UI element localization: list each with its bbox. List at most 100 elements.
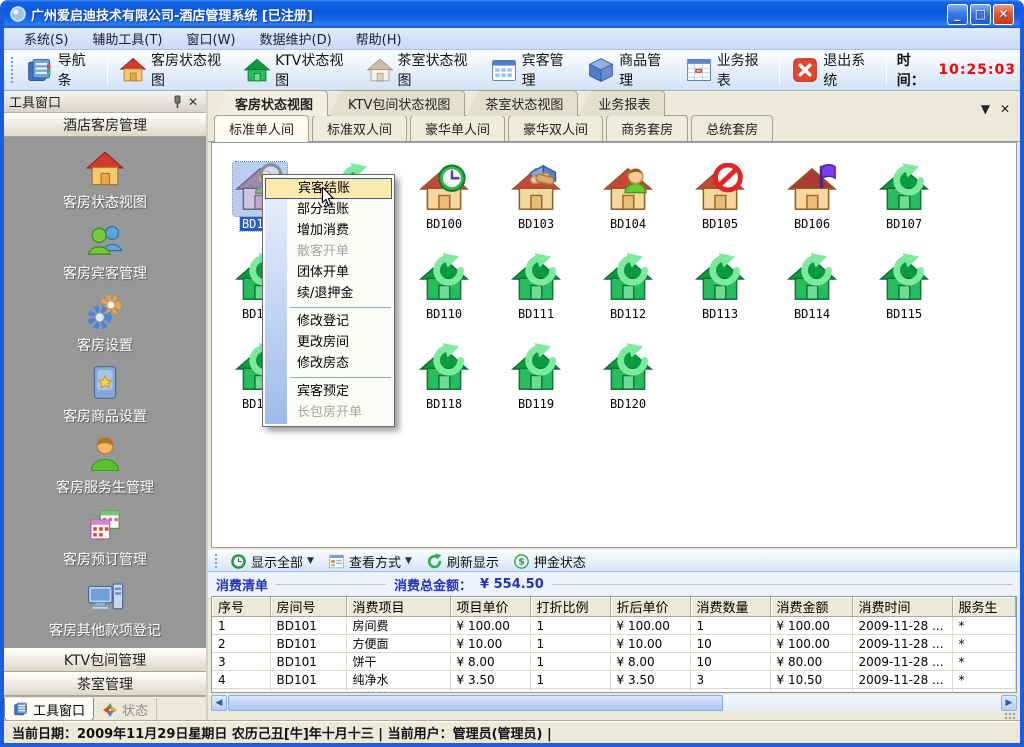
pin-icon[interactable]	[169, 94, 185, 110]
table-cell: 1	[530, 635, 610, 653]
room-BD103[interactable]: BD103	[490, 145, 582, 235]
tab-room-type[interactable]: 豪华单人间	[410, 115, 505, 141]
tab-document[interactable]: 茶室状态视图	[466, 90, 578, 116]
scrollbar-thumb[interactable]	[228, 695, 723, 711]
context-menu-item[interactable]: 团体开单	[264, 262, 393, 283]
scroll-left-icon[interactable]: ◀	[211, 695, 227, 711]
sidebar-group-ktv[interactable]: KTV包间管理	[4, 648, 206, 672]
lower-toolbar-button-dollar[interactable]: $押金状态	[506, 551, 593, 571]
column-header[interactable]: 消费数量	[690, 597, 770, 617]
column-header[interactable]: 消费项目	[346, 597, 450, 617]
menu-item[interactable]: 窗口(W)	[175, 28, 248, 49]
table-row[interactable]: 5BD101红葡萄酒¥ 88.001¥ 88.003¥ 264.002009-1…	[212, 689, 1016, 694]
sidebar-item-computer[interactable]: 客房其他款项登记	[4, 573, 206, 644]
room-BD114[interactable]: BD114	[766, 235, 858, 325]
maximize-button[interactable]: □	[970, 4, 991, 25]
table-cell: ¥ 8.00	[450, 653, 530, 671]
sidebar-item-people[interactable]: 客房宾客管理	[4, 216, 206, 287]
column-header[interactable]: 消费金额	[770, 597, 852, 617]
sidebar-item-calendars[interactable]: 客房预订管理	[4, 501, 206, 572]
room-BD115[interactable]: BD115	[858, 235, 950, 325]
tab-room-type[interactable]: 总统套房	[691, 115, 773, 141]
table-row[interactable]: 1BD101房间费¥ 100.001¥ 100.001¥ 100.002009-…	[212, 617, 1016, 635]
table-row[interactable]: 2BD101方便面¥ 10.001¥ 10.0010¥ 100.002009-1…	[212, 635, 1016, 653]
menu-item[interactable]: 系统(S)	[12, 28, 80, 49]
toolbar-button-report[interactable]: 业务报表	[678, 53, 776, 87]
column-header[interactable]: 折后单价	[610, 597, 690, 617]
room-BD119[interactable]: BD119	[490, 325, 582, 415]
lower-toolbar-button-clock[interactable]: 显示全部▼	[223, 551, 321, 571]
context-menu-item[interactable]: 更改房间	[264, 332, 393, 353]
context-menu-item[interactable]: 续/退押金	[264, 283, 393, 304]
menu-item[interactable]: 帮助(H)	[344, 28, 414, 49]
context-menu-item[interactable]: 宾客预定	[264, 381, 393, 402]
sidebar-group-tea[interactable]: 茶室管理	[4, 672, 206, 696]
room-BD107[interactable]: BD107	[858, 145, 950, 235]
room-BD111[interactable]: BD111	[490, 235, 582, 325]
room-BD112[interactable]: BD112	[582, 235, 674, 325]
room-BD110[interactable]: BD110	[398, 235, 490, 325]
context-menu-item[interactable]: 修改房态	[264, 353, 393, 374]
close-button[interactable]: ✕	[993, 4, 1014, 25]
sidebar-item-gears[interactable]: 客房设置	[4, 288, 206, 359]
toolbar-button-calendar[interactable]: 宾客管理	[483, 53, 581, 87]
resize-grip[interactable]	[1004, 712, 1016, 720]
column-header[interactable]: 序号	[212, 597, 270, 617]
sidebar-tab-pinwheel[interactable]: 状态	[94, 698, 157, 721]
room-BD113[interactable]: BD113	[674, 235, 766, 325]
table-row[interactable]: 4BD101纯净水¥ 3.501¥ 3.503¥ 10.502009-11-28…	[212, 671, 1016, 689]
room-BD120[interactable]: BD120	[582, 325, 674, 415]
table-row[interactable]: 3BD101饼干¥ 8.001¥ 8.0010¥ 80.002009-11-28…	[212, 653, 1016, 671]
horizontal-scrollbar[interactable]: ◀ ▶	[211, 695, 1017, 711]
context-menu-item[interactable]: 增加消费	[264, 220, 393, 241]
minimize-button[interactable]: _	[947, 4, 968, 25]
close-tab-icon[interactable]: ✕	[1000, 102, 1010, 116]
sidebar-tab-navigator[interactable]: 工具窗口	[4, 698, 94, 721]
toolbar-grip[interactable]	[10, 56, 15, 84]
tab-document[interactable]: 业务报表	[579, 90, 665, 116]
table-cell: 1	[690, 617, 770, 635]
title-bar[interactable]: 广州爱启迪技术有限公司-酒店管理系统 [已注册] _ □ ✕	[4, 0, 1020, 28]
toolbar-button-exit[interactable]: 退出系统	[784, 53, 882, 87]
chevron-down-icon[interactable]: ▼	[981, 102, 990, 116]
toolbar-button-house-green[interactable]: KTV状态视图	[236, 53, 358, 87]
dropdown-caret-icon[interactable]: ▼	[307, 556, 314, 566]
tab-active-document[interactable]: 客房状态视图	[216, 90, 328, 116]
column-header[interactable]: 服务生	[952, 597, 1016, 617]
lower-toolbar-button-refresh[interactable]: 刷新显示	[419, 551, 506, 571]
sidebar-item-house-red[interactable]: 客房状态视图	[4, 145, 206, 216]
column-header[interactable]: 项目单价	[450, 597, 530, 617]
room-BD100[interactable]: BD100	[398, 145, 490, 235]
column-header[interactable]: 消费时间	[852, 597, 952, 617]
sidebar-item-device[interactable]: 客房商品设置	[4, 359, 206, 430]
toolbar-button-house-red[interactable]: 客房状态视图	[112, 53, 236, 87]
tab-document[interactable]: KTV包间状态视图	[329, 90, 465, 116]
room-BD104[interactable]: BD104	[582, 145, 674, 235]
sidebar-group-hotel-rooms[interactable]: 酒店客房管理	[4, 113, 206, 137]
column-header[interactable]: 房间号	[270, 597, 346, 617]
room-BD118[interactable]: BD118	[398, 325, 490, 415]
room-BD105[interactable]: BD105	[674, 145, 766, 235]
tab-room-type[interactable]: 豪华双人间	[508, 115, 603, 141]
room-BD106[interactable]: BD106	[766, 145, 858, 235]
table-cell: 4	[212, 671, 270, 689]
column-header[interactable]: 打折比例	[530, 597, 610, 617]
tab-room-type[interactable]: 标准单人间	[214, 115, 309, 142]
dropdown-caret-icon[interactable]: ▼	[405, 556, 412, 566]
menu-item[interactable]: 辅助工具(T)	[80, 28, 174, 49]
toolbar-grip[interactable]	[214, 553, 219, 569]
menu-item[interactable]: 数据维护(D)	[248, 28, 344, 49]
tab-room-type[interactable]: 商务套房	[606, 115, 688, 141]
context-menu-item[interactable]: 修改登记	[264, 311, 393, 332]
tool-window-header: 工具窗口 ✕	[4, 91, 206, 113]
menu-bar: 系统(S)辅助工具(T)窗口(W)数据维护(D)帮助(H)	[4, 28, 1020, 50]
close-icon[interactable]: ✕	[185, 94, 201, 110]
lower-toolbar-button-viewmode[interactable]: 查看方式▼	[321, 551, 419, 571]
sidebar-item-waiter[interactable]: 客房服务生管理	[4, 430, 206, 501]
toolbar-button-navigator[interactable]: 导航条	[19, 53, 103, 87]
scrollbar-track[interactable]	[227, 695, 1001, 711]
toolbar-button-goods[interactable]: 商品管理	[580, 53, 678, 87]
scroll-right-icon[interactable]: ▶	[1001, 695, 1017, 711]
toolbar-button-house-white[interactable]: 茶室状态视图	[359, 53, 483, 87]
tab-room-type[interactable]: 标准双人间	[312, 115, 407, 141]
